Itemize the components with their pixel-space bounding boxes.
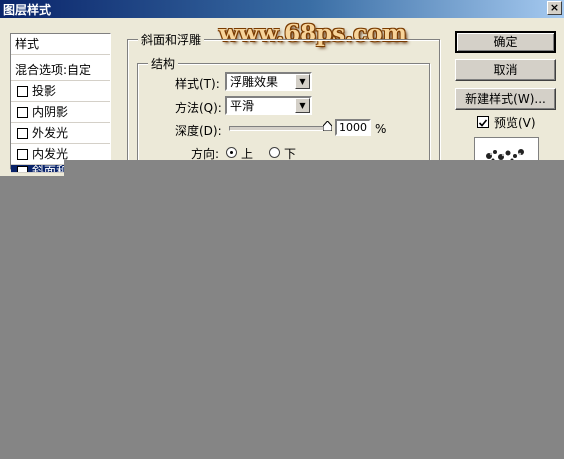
list-item-label: 投影	[32, 84, 57, 98]
depth-input[interactable]: 1000	[335, 119, 371, 136]
chevron-down-icon[interactable]: ▼	[295, 98, 310, 113]
technique-dropdown-value: 平滑	[230, 99, 255, 113]
list-item-inner-shadow[interactable]: 内阴影	[11, 102, 110, 123]
close-button[interactable]: ×	[547, 1, 562, 15]
inner-glow-checkbox[interactable]	[17, 149, 28, 160]
chevron-down-icon[interactable]: ▼	[295, 74, 310, 89]
checkmark-icon	[478, 119, 488, 127]
preview-checkbox[interactable]	[477, 116, 489, 128]
section-title: 斜面和浮雕	[138, 31, 205, 48]
structure-title: 结构	[148, 55, 179, 72]
list-item-label: 斜面和	[32, 165, 69, 173]
outer-glow-checkbox[interactable]	[17, 128, 28, 139]
list-item-blending-options[interactable]: 混合选项:自定	[11, 60, 110, 81]
inner-shadow-checkbox[interactable]	[17, 107, 28, 118]
styles-list-header[interactable]: 样式	[11, 34, 110, 55]
list-item-drop-shadow[interactable]: 投影	[11, 81, 110, 102]
bevel-emboss-checkbox[interactable]	[17, 166, 28, 172]
radio-selected-icon	[230, 151, 233, 154]
styles-header-label: 样式	[15, 37, 40, 51]
technique-dropdown[interactable]: 平滑 ▼	[225, 96, 312, 115]
technique-label: 方法(Q):	[175, 101, 222, 115]
list-item-label: 外发光	[32, 126, 69, 140]
ok-button[interactable]: 确定	[455, 31, 556, 53]
direction-down-radio[interactable]	[269, 147, 280, 158]
style-dropdown-value: 浮雕效果	[230, 75, 279, 89]
slider-thumb-icon[interactable]	[323, 121, 332, 131]
title-bar: 图层样式 ×	[0, 0, 564, 18]
style-dropdown[interactable]: 浮雕效果 ▼	[225, 72, 312, 91]
list-item-label: 混合选项:自定	[15, 63, 92, 77]
depth-unit: %	[375, 122, 387, 136]
list-item-label: 内阴影	[32, 105, 69, 119]
direction-up-radio[interactable]	[226, 147, 237, 158]
list-item-label: 内发光	[32, 147, 69, 161]
style-label: 样式(T):	[175, 77, 220, 91]
blank-area	[64, 160, 564, 459]
new-style-button[interactable]: 新建样式(W)...	[455, 88, 556, 110]
depth-label: 深度(D):	[175, 124, 222, 138]
depth-slider[interactable]	[229, 126, 331, 131]
styles-list: 样式 混合选项:自定 投影 内阴影 外发光 内发光 斜面和	[10, 33, 111, 173]
cancel-button[interactable]: 取消	[455, 59, 556, 81]
blank-area-left	[0, 176, 64, 459]
drop-shadow-checkbox[interactable]	[17, 86, 28, 97]
preview-label[interactable]: 预览(V)	[494, 114, 536, 131]
window-title: 图层样式	[3, 3, 52, 17]
list-item-outer-glow[interactable]: 外发光	[11, 123, 110, 144]
